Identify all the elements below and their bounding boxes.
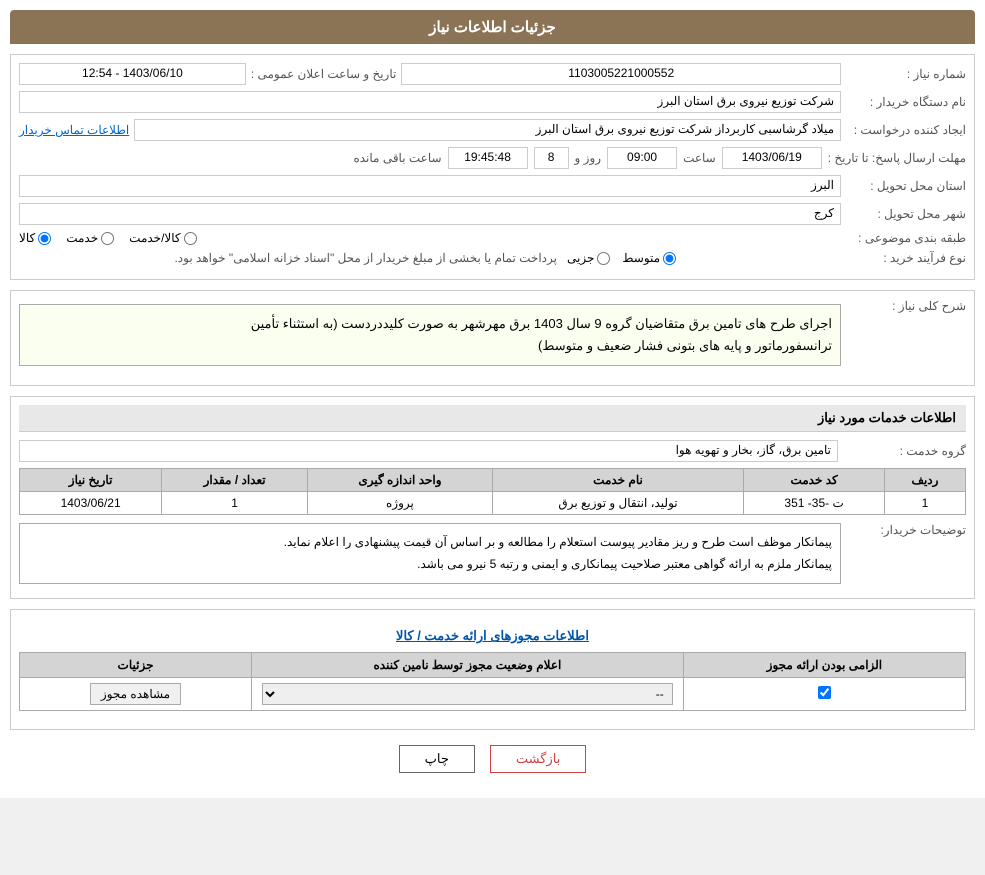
col-row-num: ردیف bbox=[885, 469, 966, 492]
description-line1: اجرای طرح های تامین برق متقاضیان گروه 9 … bbox=[28, 313, 832, 335]
cell-service-name: تولید، انتقال و توزیع برق bbox=[492, 492, 743, 515]
city-value: کرج bbox=[19, 203, 841, 225]
creator-value: میلاد گرشاسبی کاربرداز شرکت توزیع نیروی … bbox=[134, 119, 841, 141]
category-option-kala-khedmat[interactable]: کالا/خدمت bbox=[129, 231, 196, 245]
buyer-notes-line2: پیمانکار ملزم به ارائه گواهی معتبر صلاحی… bbox=[28, 554, 832, 576]
process-option-jozee[interactable]: جزیی bbox=[567, 251, 610, 265]
category-radio-khedmat[interactable] bbox=[101, 232, 114, 245]
cell-unit: پروژه bbox=[307, 492, 492, 515]
process-label-jozee: جزیی bbox=[567, 251, 594, 265]
category-label-kala: کالا bbox=[19, 231, 35, 245]
permit-status-dropdown[interactable]: -- bbox=[262, 683, 673, 705]
cell-permit-details: مشاهده مجوز bbox=[20, 678, 252, 711]
city-label: شهر محل تحویل : bbox=[846, 207, 966, 221]
description-line2: ترانسفورماتور و پایه های بتونی فشار ضعیف… bbox=[28, 335, 832, 357]
cell-need-date: 1403/06/21 bbox=[20, 492, 162, 515]
print-button[interactable]: چاپ bbox=[399, 745, 475, 773]
service-group-value: تامین برق، گاز، بخار و تهویه هوا bbox=[19, 440, 838, 462]
category-label-kala-khedmat: کالا/خدمت bbox=[129, 231, 180, 245]
service-section-title: اطلاعات خدمات مورد نیاز bbox=[19, 405, 966, 432]
service-table: ردیف کد خدمت نام خدمت واحد اندازه گیری ت… bbox=[19, 468, 966, 515]
category-option-khedmat[interactable]: خدمت bbox=[66, 231, 114, 245]
process-radio-jozee[interactable] bbox=[597, 252, 610, 265]
description-label: شرح کلی نیاز : bbox=[846, 299, 966, 313]
creator-label: ایجاد کننده درخواست : bbox=[846, 123, 966, 137]
process-option-motavaset[interactable]: متوسط bbox=[622, 251, 676, 265]
back-button[interactable]: بازگشت bbox=[490, 745, 586, 773]
col-permit-details: جزئیات bbox=[20, 653, 252, 678]
table-row: 1 ت -35- 351 تولید، انتقال و توزیع برق پ… bbox=[20, 492, 966, 515]
contact-link[interactable]: اطلاعات تماس خریدار bbox=[19, 123, 129, 137]
buyer-notes-text: پیمانکار موظف است طرح و ریز مقادیر پیوست… bbox=[19, 523, 841, 584]
buyer-notes-line1: پیمانکار موظف است طرح و ریز مقادیر پیوست… bbox=[28, 532, 832, 554]
province-label: استان محل تحویل : bbox=[846, 179, 966, 193]
buyer-name-label: نام دستگاه خریدار : bbox=[846, 95, 966, 109]
permit-table: الزامی بودن ارائه مجوز اعلام وضعیت مجوز … bbox=[19, 652, 966, 711]
process-label: نوع فرآیند خرید : bbox=[846, 251, 966, 265]
deadline-remaining-label: ساعت باقی مانده bbox=[353, 151, 441, 165]
deadline-days-value: 8 bbox=[534, 147, 569, 169]
deadline-time-label: ساعت bbox=[683, 151, 716, 165]
cell-permit-required bbox=[683, 678, 965, 711]
deadline-date-value: 1403/06/19 bbox=[722, 147, 822, 169]
category-radio-group: کالا/خدمت خدمت کالا bbox=[19, 231, 836, 245]
col-quantity: تعداد / مقدار bbox=[162, 469, 308, 492]
category-option-kala[interactable]: کالا bbox=[19, 231, 51, 245]
cell-row-num: 1 bbox=[885, 492, 966, 515]
permits-section-title[interactable]: اطلاعات مجوزهای ارائه خدمت / کالا bbox=[19, 628, 966, 644]
col-permit-required: الزامی بودن ارائه مجوز bbox=[683, 653, 965, 678]
process-note: پرداخت تمام یا بخشی از مبلغ خریدار از مح… bbox=[19, 251, 557, 265]
col-unit: واحد اندازه گیری bbox=[307, 469, 492, 492]
need-number-label: شماره نیاز : bbox=[846, 67, 966, 81]
footer-buttons: بازگشت چاپ bbox=[10, 745, 975, 773]
col-service-name: نام خدمت bbox=[492, 469, 743, 492]
cell-permit-status: -- bbox=[252, 678, 684, 711]
announcement-date-label: تاریخ و ساعت اعلان عمومی : bbox=[251, 67, 397, 81]
announcement-date-value: 1403/06/10 - 12:54 bbox=[19, 63, 246, 85]
view-permit-button[interactable]: مشاهده مجوز bbox=[90, 683, 181, 705]
deadline-remaining-value: 19:45:48 bbox=[448, 147, 528, 169]
cell-service-code: ت -35- 351 bbox=[744, 492, 885, 515]
deadline-time-value: 09:00 bbox=[607, 147, 677, 169]
category-radio-kala[interactable] bbox=[38, 232, 51, 245]
page-title: جزئیات اطلاعات نیاز bbox=[10, 10, 975, 44]
col-service-code: کد خدمت bbox=[744, 469, 885, 492]
permit-table-row: -- مشاهده مجوز bbox=[20, 678, 966, 711]
category-radio-kala-khedmat[interactable] bbox=[184, 232, 197, 245]
need-number-value: 1103005221000552 bbox=[401, 63, 841, 85]
province-value: البرز bbox=[19, 175, 841, 197]
process-radio-group: متوسط جزیی bbox=[567, 251, 836, 265]
deadline-days-label: روز و bbox=[575, 151, 602, 165]
cell-quantity: 1 bbox=[162, 492, 308, 515]
col-need-date: تاریخ نیاز bbox=[20, 469, 162, 492]
permit-required-checkbox[interactable] bbox=[818, 686, 831, 699]
buyer-notes-label: توضیحات خریدار: bbox=[846, 523, 966, 537]
deadline-label: مهلت ارسال پاسخ: تا تاریخ : bbox=[828, 151, 966, 165]
description-text: اجرای طرح های تامین برق متقاضیان گروه 9 … bbox=[19, 304, 841, 366]
service-group-label: گروه خدمت : bbox=[846, 444, 966, 458]
process-label-motavaset: متوسط bbox=[622, 251, 660, 265]
buyer-name-value: شرکت توزیع نیروی برق استان البرز bbox=[19, 91, 841, 113]
col-permit-status: اعلام وضعیت مجوز توسط نامین کننده bbox=[252, 653, 684, 678]
category-label: طبقه بندی موضوعی : bbox=[846, 231, 966, 245]
process-radio-motavaset[interactable] bbox=[663, 252, 676, 265]
category-label-khedmat: خدمت bbox=[66, 231, 98, 245]
